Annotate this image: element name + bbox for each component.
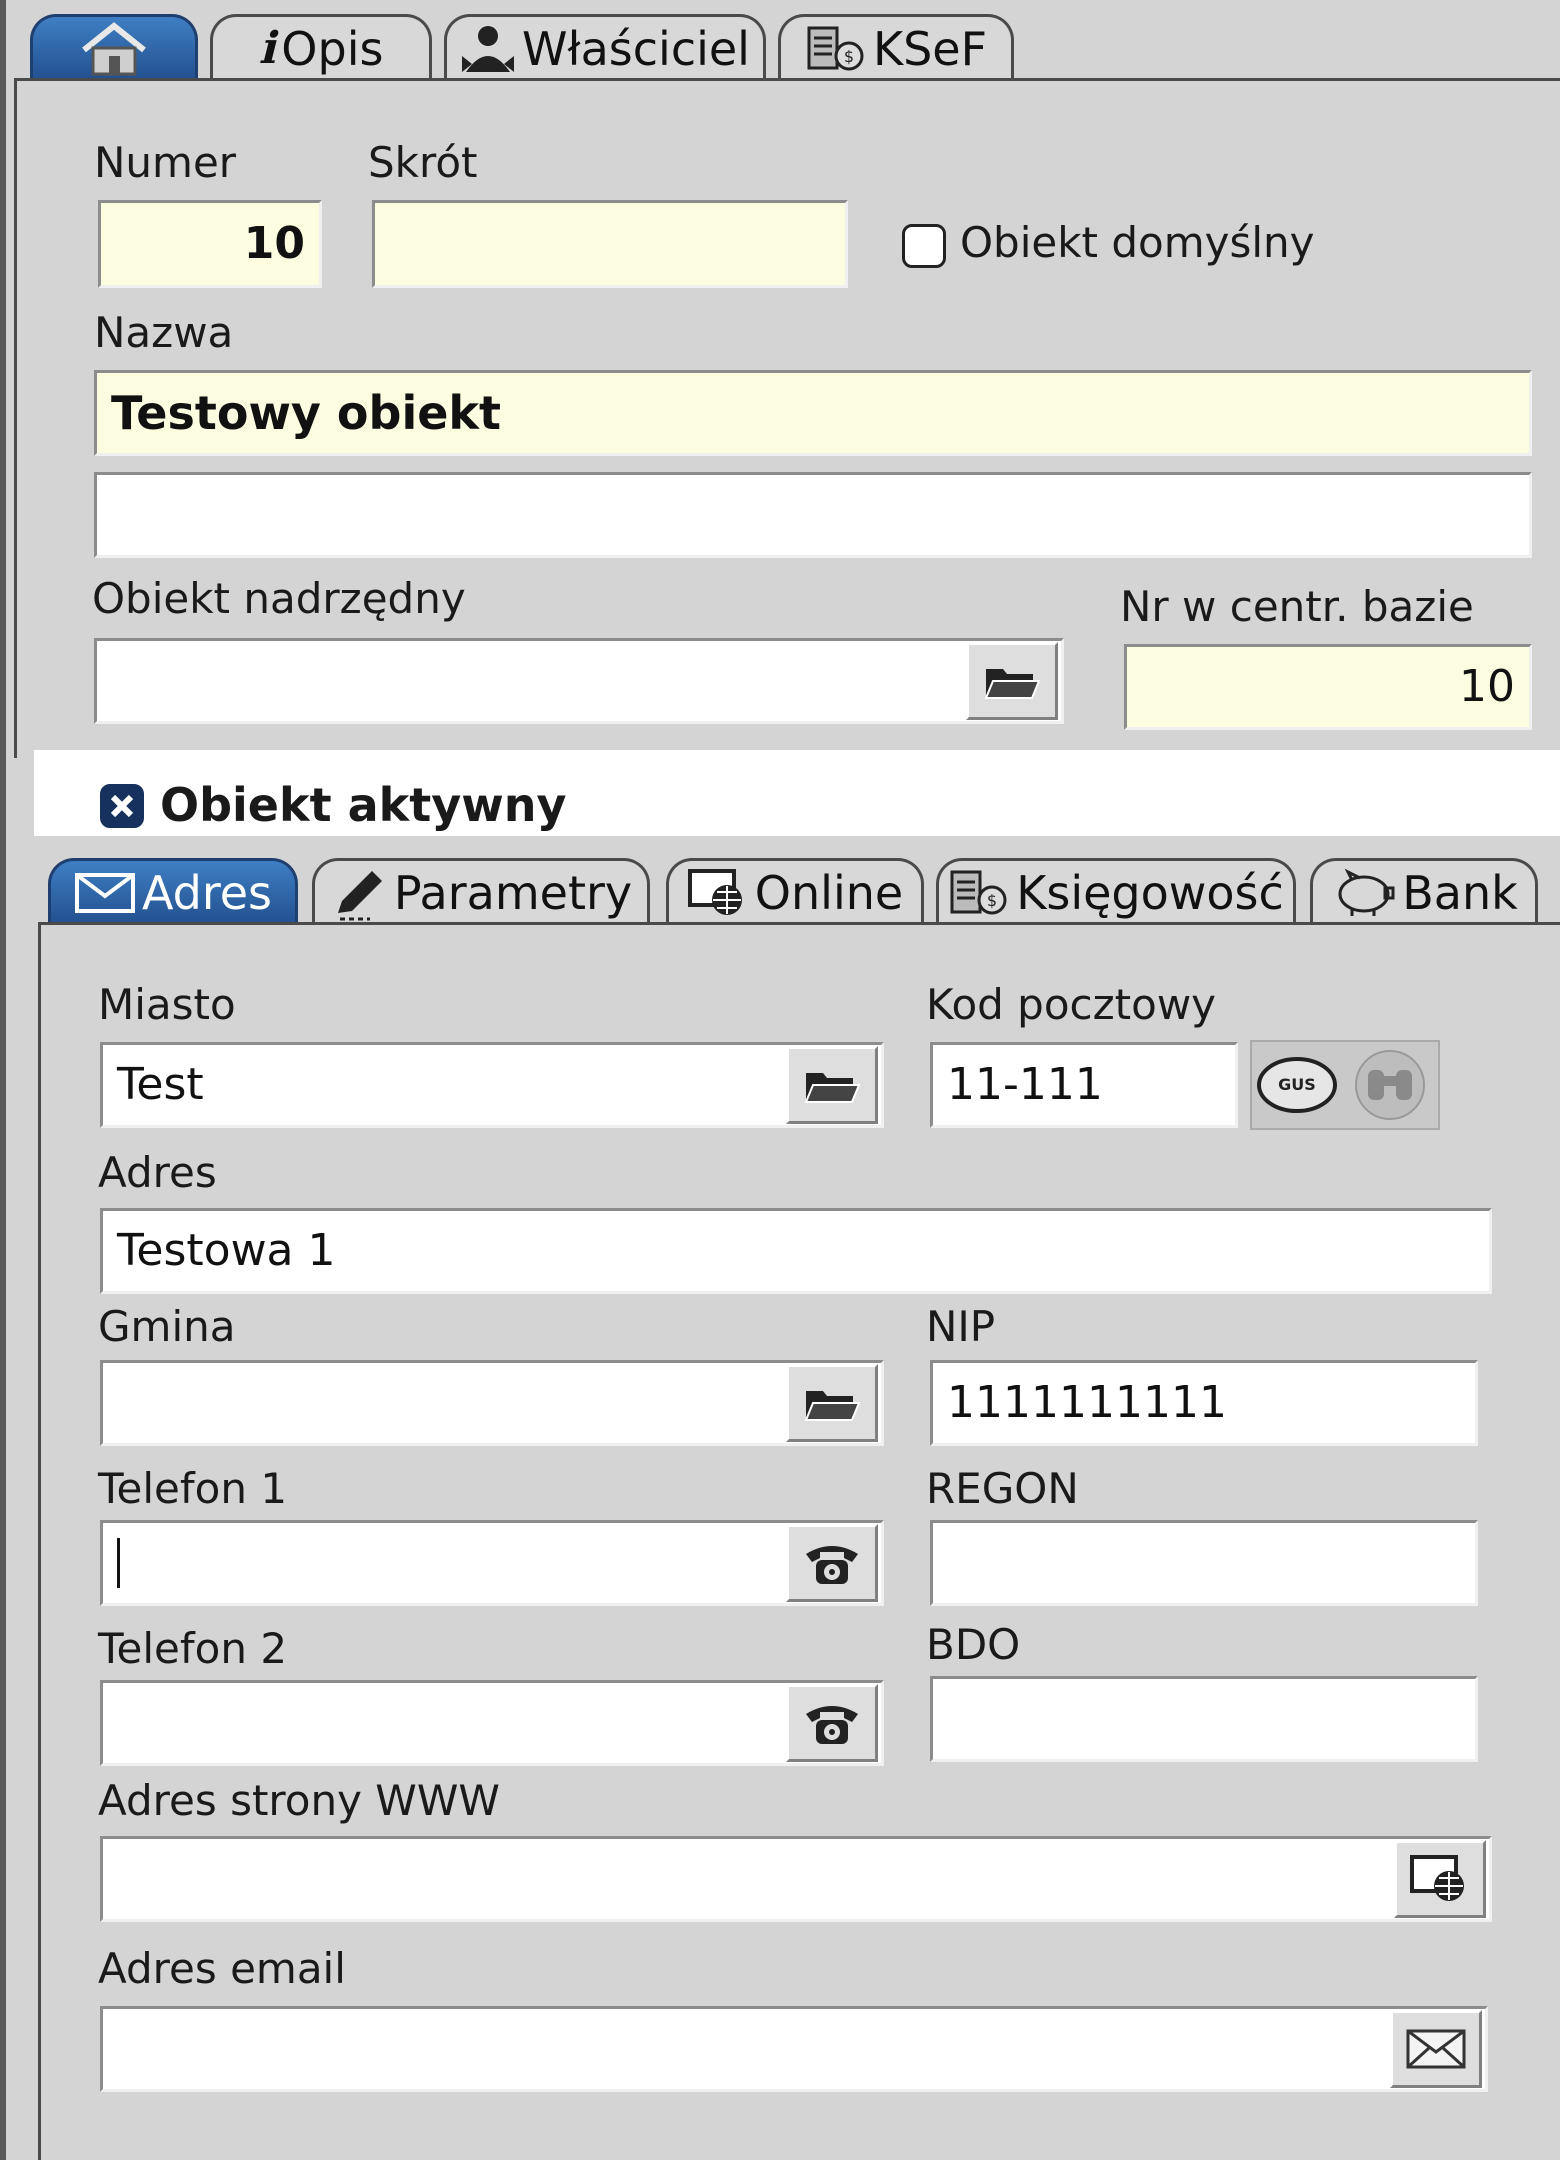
- email-label: Adres email: [98, 1944, 346, 1993]
- text-cursor: [117, 1538, 120, 1588]
- default-object-checkbox[interactable]: [902, 224, 946, 268]
- www-open-button[interactable]: [1394, 1840, 1486, 1918]
- tab-opis[interactable]: ℹ Opis: [210, 14, 432, 80]
- nip-label: NIP: [926, 1302, 996, 1351]
- telefon2-call-button[interactable]: [786, 1684, 878, 1762]
- nip-field[interactable]: 1111111111: [930, 1360, 1478, 1446]
- tab-wlasciciel-label: Właściciel: [522, 21, 750, 76]
- envelope-icon: [74, 872, 135, 913]
- skrot-label: Skrót: [368, 138, 478, 187]
- adres-label: Adres: [98, 1148, 217, 1197]
- tab-bank[interactable]: Bank: [1310, 858, 1538, 924]
- globe-monitor-icon: [687, 868, 742, 915]
- telefon1-field[interactable]: [100, 1520, 884, 1606]
- miasto-browse-button[interactable]: [786, 1046, 878, 1124]
- tab-online[interactable]: Online: [666, 858, 924, 924]
- gus-button[interactable]: GUS: [1254, 1052, 1340, 1118]
- parent-object-field[interactable]: [94, 638, 1064, 724]
- tab-adres[interactable]: Adres: [48, 858, 298, 924]
- svg-text:$: $: [987, 891, 997, 910]
- telefon1-call-button[interactable]: [786, 1524, 878, 1602]
- tab-parametry[interactable]: Parametry: [312, 858, 650, 924]
- email-field[interactable]: [100, 2006, 1488, 2092]
- active-object-label: Obiekt aktywny: [160, 778, 567, 832]
- regon-field[interactable]: [930, 1520, 1478, 1606]
- numer-field[interactable]: 10: [98, 200, 322, 288]
- gmina-label: Gmina: [98, 1302, 236, 1351]
- svg-text:GUS: GUS: [1278, 1075, 1316, 1094]
- tab-wlasciciel[interactable]: Właściciel: [444, 14, 766, 80]
- tab-bank-label: Bank: [1402, 865, 1518, 920]
- gmina-field[interactable]: [100, 1360, 884, 1446]
- info-icon: ℹ: [258, 23, 276, 74]
- svg-text:$: $: [844, 47, 854, 66]
- tab-ksef-label: KSeF: [872, 21, 988, 76]
- kod-pocztowy-field[interactable]: 11-111: [930, 1042, 1238, 1128]
- tab-online-label: Online: [754, 865, 904, 920]
- numer-label: Numer: [94, 138, 237, 187]
- ksef-icon: $: [950, 870, 1007, 914]
- phone-icon: [806, 1546, 858, 1584]
- search-binoculars-button[interactable]: [1350, 1048, 1430, 1122]
- tab-opis-label: Opis: [281, 21, 384, 76]
- telefon2-field[interactable]: [100, 1680, 884, 1766]
- skrot-field[interactable]: [372, 200, 848, 288]
- tab-ksef[interactable]: $ KSeF: [778, 14, 1014, 80]
- globe-monitor-icon: [1410, 1855, 1464, 1901]
- parent-object-browse-button[interactable]: [966, 642, 1058, 720]
- active-object-checkbox[interactable]: [100, 784, 144, 828]
- ksef-icon: $: [807, 26, 864, 70]
- phone-icon: [806, 1706, 858, 1744]
- window-left-border: [0, 0, 6, 2160]
- www-label: Adres strony WWW: [98, 1776, 500, 1825]
- piggy-bank-icon: [1338, 868, 1395, 916]
- folder-icon: [804, 1391, 861, 1421]
- bdo-field[interactable]: [930, 1676, 1478, 1762]
- www-field[interactable]: [100, 1836, 1492, 1922]
- tab-ksiegowosc[interactable]: $ Księgowość: [936, 858, 1296, 924]
- folder-icon: [804, 1073, 861, 1103]
- miasto-label: Miasto: [98, 980, 236, 1029]
- tab-adres-label: Adres: [141, 865, 273, 920]
- nazwa-label: Nazwa: [94, 308, 234, 357]
- nazwa-field[interactable]: Testowy obiekt: [94, 370, 1532, 456]
- kod-pocztowy-label: Kod pocztowy: [926, 980, 1217, 1029]
- central-nr-label: Nr w centr. bazie: [1120, 582, 1474, 631]
- gus-icon: GUS: [1257, 1057, 1337, 1113]
- bdo-label: BDO: [926, 1620, 1021, 1669]
- tab-parametry-label: Parametry: [393, 865, 633, 920]
- parent-object-label: Obiekt nadrzędny: [92, 574, 466, 623]
- binoculars-icon: [1355, 1050, 1425, 1120]
- home-icon: [82, 21, 146, 75]
- pencil-icon: [337, 870, 382, 920]
- envelope-icon: [1406, 2029, 1466, 2069]
- regon-label: REGON: [926, 1464, 1079, 1513]
- owner-icon: [462, 25, 515, 72]
- gmina-browse-button[interactable]: [786, 1364, 878, 1442]
- tab-home[interactable]: [30, 14, 198, 80]
- email-send-button[interactable]: [1390, 2010, 1482, 2088]
- telefon1-label: Telefon 1: [98, 1464, 288, 1513]
- miasto-field[interactable]: Test: [100, 1042, 884, 1128]
- check-x-icon: [110, 794, 134, 818]
- tab-ksiegowosc-label: Księgowość: [1016, 865, 1284, 920]
- folder-icon: [984, 669, 1041, 699]
- central-nr-field: 10: [1124, 644, 1532, 730]
- telefon2-label: Telefon 2: [98, 1624, 288, 1673]
- adres-field[interactable]: Testowa 1: [100, 1208, 1492, 1294]
- default-object-label: Obiekt domyślny: [960, 218, 1315, 267]
- nazwa-line2-field[interactable]: [94, 472, 1532, 558]
